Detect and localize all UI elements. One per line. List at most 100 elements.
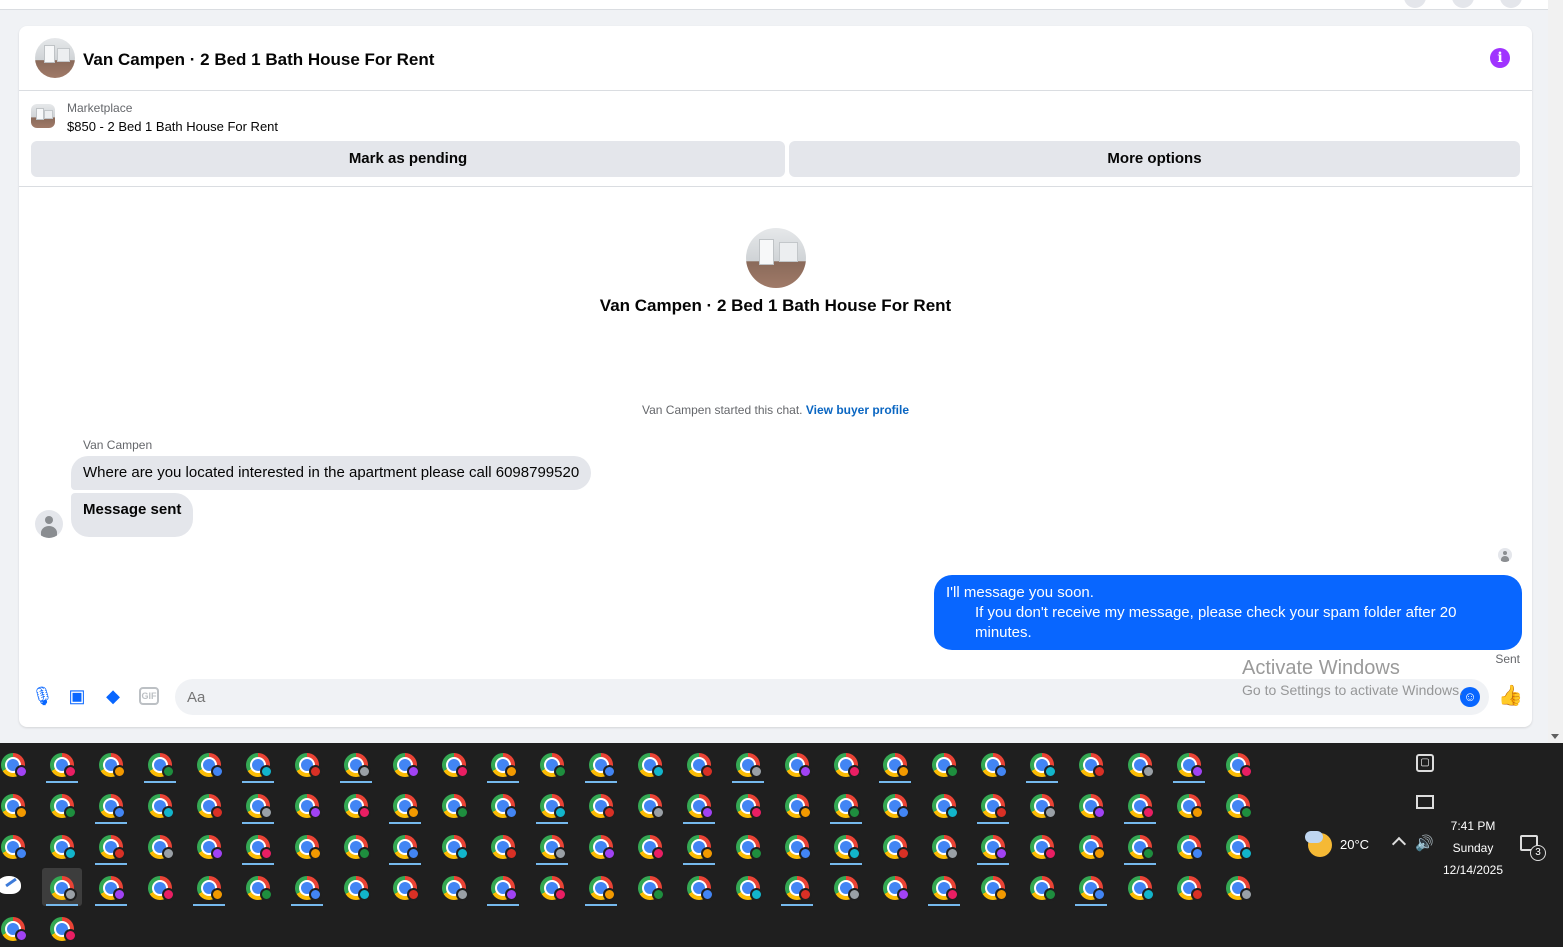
chrome-profile-taskbar-icon[interactable] — [483, 745, 523, 783]
gif-icon[interactable]: GIF — [139, 687, 159, 705]
info-icon[interactable]: i — [1490, 48, 1510, 68]
chrome-profile-taskbar-icon[interactable] — [630, 827, 670, 865]
system-clock[interactable]: 7:41 PM Sunday 12/14/2025 — [1438, 815, 1508, 881]
view-buyer-profile-link[interactable]: View buyer profile — [806, 403, 909, 417]
chrome-profile-taskbar-icon[interactable] — [1022, 868, 1062, 906]
chrome-profile-taskbar-icon[interactable] — [826, 745, 866, 783]
photo-icon[interactable]: ▣ — [67, 686, 87, 706]
chrome-profile-taskbar-icon[interactable] — [140, 786, 180, 824]
chrome-profile-taskbar-icon[interactable] — [483, 786, 523, 824]
chrome-profile-taskbar-icon[interactable] — [924, 786, 964, 824]
incoming-message[interactable]: Message sent — [71, 493, 194, 537]
chrome-profile-taskbar-icon[interactable] — [875, 868, 915, 906]
chrome-profile-taskbar-icon[interactable] — [728, 868, 768, 906]
chrome-profile-taskbar-icon[interactable] — [385, 745, 425, 783]
chrome-profile-taskbar-icon[interactable] — [1120, 745, 1160, 783]
chrome-profile-taskbar-icon[interactable] — [581, 827, 621, 865]
chrome-profile-taskbar-icon[interactable] — [287, 745, 327, 783]
chrome-profile-taskbar-icon[interactable] — [973, 745, 1013, 783]
chrome-profile-taskbar-icon[interactable] — [777, 868, 817, 906]
chrome-profile-taskbar-icon[interactable] — [826, 786, 866, 824]
chrome-profile-taskbar-icon[interactable] — [336, 868, 376, 906]
sender-avatar[interactable] — [35, 510, 63, 538]
chrome-profile-taskbar-icon[interactable] — [91, 745, 131, 783]
chrome-profile-taskbar-icon[interactable] — [1218, 786, 1258, 824]
chrome-profile-taskbar-icon[interactable] — [1022, 827, 1062, 865]
chrome-profile-taskbar-icon[interactable] — [140, 745, 180, 783]
listing-avatar[interactable] — [35, 38, 75, 78]
chrome-profile-taskbar-icon[interactable] — [532, 868, 572, 906]
chrome-profile-taskbar-icon[interactable] — [483, 868, 523, 906]
chrome-profile-taskbar-icon[interactable] — [483, 827, 523, 865]
chrome-profile-taskbar-icon[interactable] — [385, 786, 425, 824]
chrome-profile-taskbar-icon[interactable] — [238, 868, 278, 906]
chrome-profile-taskbar-icon[interactable] — [1071, 745, 1111, 783]
chrome-profile-taskbar-icon[interactable] — [91, 786, 131, 824]
chrome-profile-taskbar-icon[interactable] — [140, 827, 180, 865]
chrome-profile-taskbar-icon[interactable] — [581, 786, 621, 824]
chrome-profile-taskbar-icon[interactable] — [581, 868, 621, 906]
conversation-title[interactable]: Van Campen · 2 Bed 1 Bath House For Rent — [83, 50, 434, 70]
chrome-profile-taskbar-icon[interactable] — [1071, 868, 1111, 906]
temperature[interactable]: 20°C — [1340, 837, 1369, 852]
scroll-down-arrow-icon[interactable] — [1551, 734, 1559, 739]
chrome-profile-taskbar-icon[interactable] — [0, 786, 33, 824]
chrome-profile-taskbar-icon[interactable] — [777, 827, 817, 865]
chrome-profile-taskbar-icon[interactable] — [434, 786, 474, 824]
chrome-profile-taskbar-icon[interactable] — [630, 786, 670, 824]
paint-app-icon[interactable] — [0, 868, 33, 906]
chrome-profile-taskbar-icon[interactable] — [532, 745, 572, 783]
chrome-profile-taskbar-icon[interactable] — [1169, 868, 1209, 906]
chrome-profile-taskbar-icon[interactable] — [336, 745, 376, 783]
chrome-profile-taskbar-icon[interactable] — [1218, 827, 1258, 865]
chrome-profile-taskbar-icon[interactable] — [434, 745, 474, 783]
chrome-profile-taskbar-icon[interactable] — [42, 868, 82, 906]
chrome-profile-taskbar-icon[interactable] — [238, 745, 278, 783]
chrome-profile-taskbar-icon[interactable] — [189, 745, 229, 783]
chrome-profile-taskbar-icon[interactable] — [679, 868, 719, 906]
chrome-profile-taskbar-icon[interactable] — [826, 827, 866, 865]
message-input[interactable] — [175, 679, 1489, 715]
chrome-profile-taskbar-icon[interactable] — [1120, 827, 1160, 865]
chrome-profile-taskbar-icon[interactable] — [728, 827, 768, 865]
chrome-profile-taskbar-icon[interactable] — [532, 827, 572, 865]
chrome-profile-taskbar-icon[interactable] — [336, 786, 376, 824]
chrome-profile-taskbar-icon[interactable] — [581, 745, 621, 783]
chrome-profile-taskbar-icon[interactable] — [287, 827, 327, 865]
thumbs-up-icon[interactable]: 👍 — [1498, 684, 1523, 708]
chrome-profile-taskbar-icon[interactable] — [630, 868, 670, 906]
meet-now-icon[interactable]: ▢ — [1416, 754, 1434, 772]
chrome-profile-taskbar-icon[interactable] — [434, 827, 474, 865]
network-icon[interactable] — [1416, 795, 1434, 809]
chrome-profile-taskbar-icon[interactable] — [924, 745, 964, 783]
chrome-profile-taskbar-icon[interactable] — [973, 786, 1013, 824]
chrome-profile-taskbar-icon[interactable] — [434, 868, 474, 906]
chrome-profile-taskbar-icon[interactable] — [0, 909, 33, 947]
chrome-profile-taskbar-icon[interactable] — [287, 868, 327, 906]
outgoing-message[interactable]: I'll message you soon. If you don't rece… — [934, 575, 1522, 650]
chrome-profile-taskbar-icon[interactable] — [875, 827, 915, 865]
chrome-profile-taskbar-icon[interactable] — [630, 745, 670, 783]
chrome-profile-taskbar-icon[interactable] — [1120, 786, 1160, 824]
chrome-profile-taskbar-icon[interactable] — [826, 868, 866, 906]
chrome-profile-taskbar-icon[interactable] — [42, 909, 82, 947]
chrome-profile-taskbar-icon[interactable] — [973, 868, 1013, 906]
chrome-profile-taskbar-icon[interactable] — [0, 745, 33, 783]
nav-icon[interactable] — [1452, 0, 1474, 8]
emoji-icon[interactable]: ☺ — [1460, 687, 1480, 707]
chrome-profile-taskbar-icon[interactable] — [189, 786, 229, 824]
chrome-profile-taskbar-icon[interactable] — [728, 745, 768, 783]
speaker-icon[interactable]: 🔊 — [1415, 834, 1434, 852]
incoming-message[interactable]: Where are you located interested in the … — [71, 456, 592, 490]
listing-thumbnail[interactable] — [31, 104, 55, 128]
chrome-profile-taskbar-icon[interactable] — [679, 786, 719, 824]
chrome-profile-taskbar-icon[interactable] — [875, 745, 915, 783]
mark-as-pending-button[interactable]: Mark as pending — [31, 141, 785, 177]
chrome-profile-taskbar-icon[interactable] — [679, 827, 719, 865]
chrome-profile-taskbar-icon[interactable] — [1022, 786, 1062, 824]
chrome-profile-taskbar-icon[interactable] — [728, 786, 768, 824]
chrome-profile-taskbar-icon[interactable] — [42, 786, 82, 824]
chrome-profile-taskbar-icon[interactable] — [287, 786, 327, 824]
chrome-profile-taskbar-icon[interactable] — [189, 827, 229, 865]
chrome-profile-taskbar-icon[interactable] — [1120, 868, 1160, 906]
